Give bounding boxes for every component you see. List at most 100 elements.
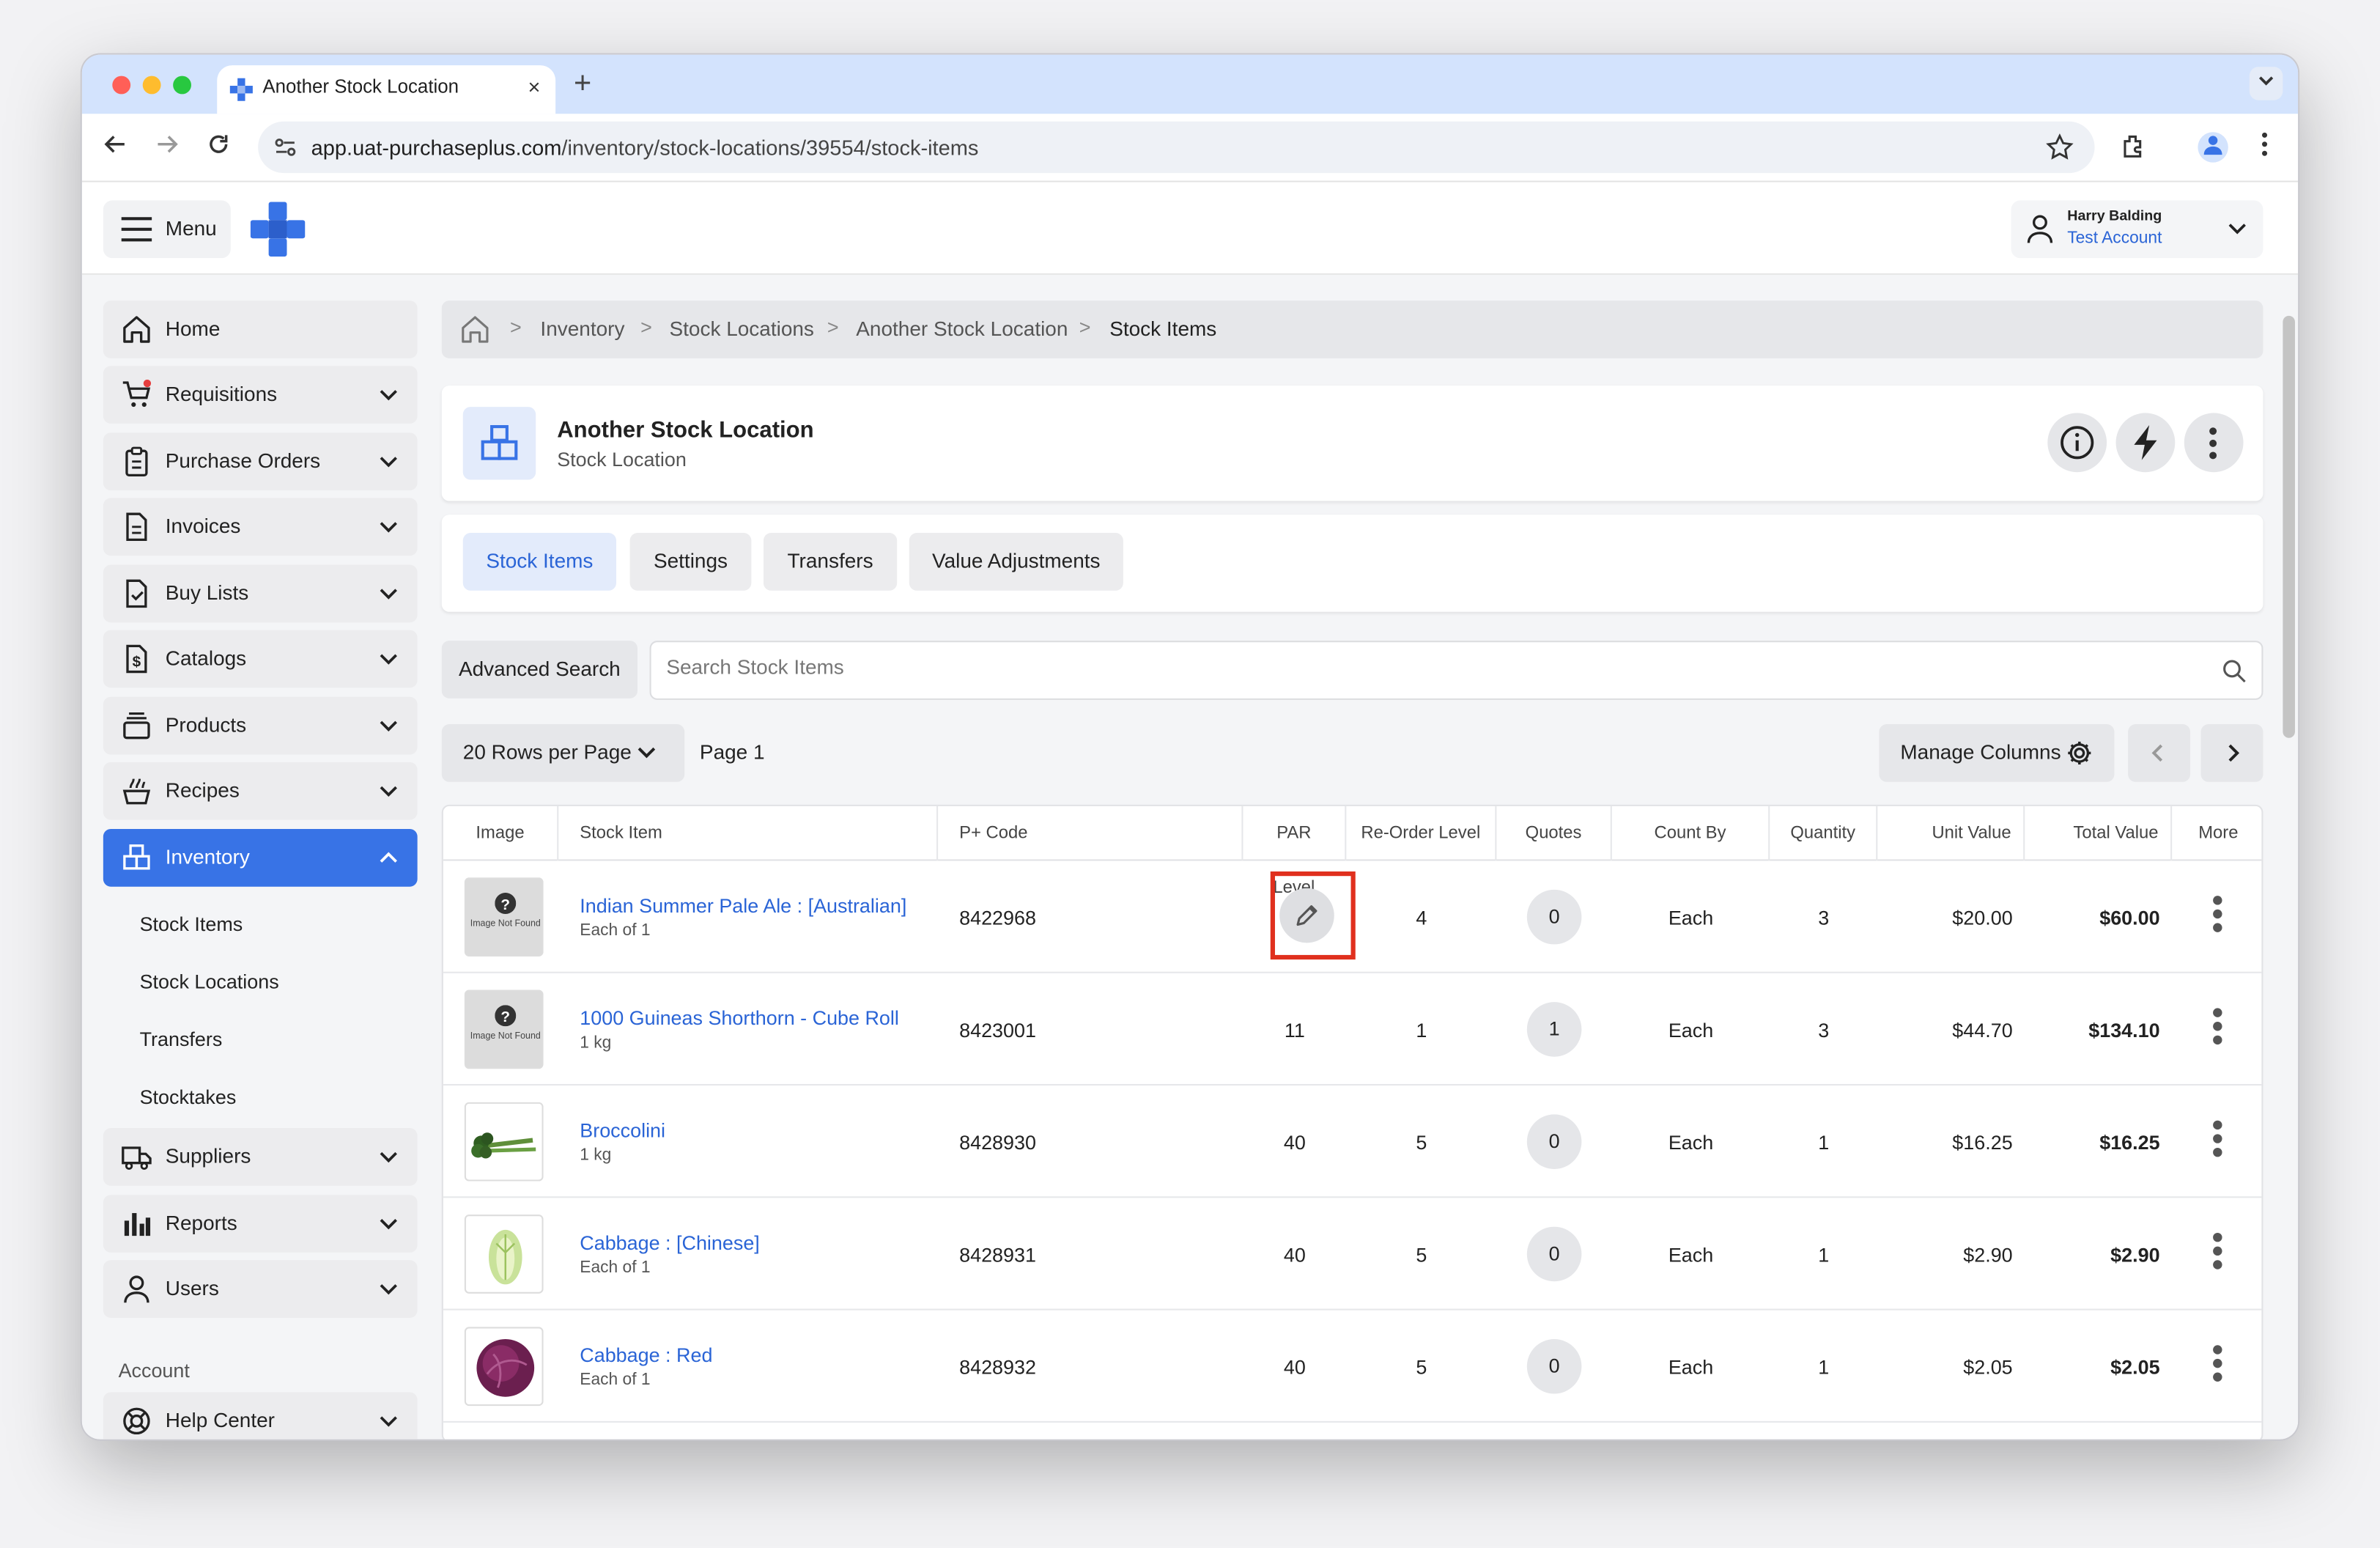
- row-more-options-icon[interactable]: [2213, 1232, 2222, 1274]
- row-more-options-icon[interactable]: [2213, 1120, 2222, 1162]
- browser-menu-icon[interactable]: [2250, 132, 2280, 162]
- par-level[interactable]: 11: [1243, 1019, 1346, 1042]
- breadcrumb-separator-icon: >: [640, 315, 652, 339]
- table-header: Image Stock Item P+ Code PAR Level Re-Or…: [443, 806, 2262, 897]
- address-bar[interactable]: app.uat-purchaseplus.com/inventory/stock…: [258, 121, 2095, 174]
- site-settings-icon[interactable]: [273, 135, 298, 159]
- column-header-quotes[interactable]: Quotes: [1496, 806, 1612, 861]
- stock-item-name-link[interactable]: Cabbage : [Chinese]: [580, 1231, 760, 1254]
- par-level[interactable]: 40: [1243, 1243, 1346, 1266]
- previous-page-button[interactable]: [2128, 724, 2191, 782]
- user-menu-button[interactable]: Harry Balding Test Account: [2011, 200, 2263, 259]
- sidebar-item-products[interactable]: Products: [103, 696, 418, 755]
- stock-item-unit: 1 kg: [580, 1146, 612, 1165]
- svg-text:$: $: [133, 653, 141, 670]
- sidebar-item-label: Suppliers: [165, 1144, 251, 1168]
- search-icon[interactable]: [2222, 659, 2247, 683]
- more-options-button[interactable]: [2184, 413, 2244, 473]
- reorder-level: 5: [1416, 1131, 1427, 1154]
- tab-transfers[interactable]: Transfers: [763, 533, 898, 591]
- sidebar-subitem-stock-items[interactable]: Stock Items: [140, 913, 243, 935]
- sidebar-item-buy-lists[interactable]: Buy Lists: [103, 564, 418, 623]
- breadcrumb-stock-locations[interactable]: Stock Locations: [669, 317, 813, 340]
- table-row[interactable]: Broccolini 1 kg 8428930 40 5 0 Each 1 $1…: [443, 1086, 2262, 1198]
- column-header-code[interactable]: P+ Code: [938, 806, 1243, 861]
- table-row[interactable]: ? Image Not Found Indian Summer Pale Ale…: [443, 860, 2262, 973]
- minimize-window-icon[interactable]: [142, 75, 161, 95]
- quotes-badge[interactable]: 0: [1526, 1114, 1582, 1169]
- sidebar-item-inventory[interactable]: Inventory: [103, 828, 418, 887]
- search-input[interactable]: [666, 655, 2184, 679]
- par-level[interactable]: 40: [1243, 1356, 1346, 1379]
- bookmark-star-icon[interactable]: [2046, 133, 2074, 161]
- stock-item-name-link[interactable]: 1000 Guineas Shorthorn - Cube Roll: [580, 1006, 899, 1029]
- sidebar-item-catalogs[interactable]: $ Catalogs: [103, 630, 418, 688]
- tab-value-adjustments[interactable]: Value Adjustments: [909, 533, 1123, 591]
- extensions-icon[interactable]: [2119, 132, 2149, 162]
- maximize-window-icon[interactable]: [173, 75, 191, 95]
- quotes-badge[interactable]: 0: [1526, 1226, 1582, 1282]
- next-page-button[interactable]: [2200, 724, 2263, 782]
- forward-arrow-icon[interactable]: [152, 132, 182, 162]
- column-header-stock-item[interactable]: Stock Item: [558, 806, 939, 861]
- tab-stock-items[interactable]: Stock Items: [462, 533, 616, 591]
- sidebar-item-users[interactable]: Users: [103, 1260, 418, 1318]
- sidebar-subitem-stocktakes[interactable]: Stocktakes: [140, 1086, 237, 1108]
- info-button[interactable]: [2047, 413, 2107, 473]
- tab-search-button[interactable]: [2249, 67, 2283, 100]
- column-header-count-by[interactable]: Count By: [1612, 806, 1770, 861]
- sidebar-subitem-stock-locations[interactable]: Stock Locations: [140, 970, 279, 993]
- purchaseplus-logo-icon[interactable]: [250, 202, 306, 257]
- stock-item-name-link[interactable]: Indian Summer Pale Ale : [Australian]: [580, 894, 906, 917]
- column-header-reorder-level[interactable]: Re-Order Level: [1346, 806, 1497, 861]
- sidebar-subitem-transfers[interactable]: Transfers: [140, 1028, 223, 1050]
- breadcrumb-another-stock-location[interactable]: Another Stock Location: [856, 317, 1068, 340]
- sidebar-item-suppliers[interactable]: Suppliers: [103, 1128, 418, 1186]
- menu-button[interactable]: Menu: [103, 200, 231, 259]
- stock-item-name-link[interactable]: Broccolini: [580, 1119, 665, 1142]
- par-level[interactable]: 40: [1243, 1131, 1346, 1154]
- column-header-unit-value[interactable]: Unit Value: [1877, 806, 2025, 861]
- sidebar-item-requisitions[interactable]: Requisitions: [103, 366, 418, 424]
- row-more-options-icon[interactable]: [2213, 1345, 2222, 1386]
- rows-per-page-select[interactable]: 20 Rows per Page: [441, 724, 685, 782]
- back-arrow-icon[interactable]: [100, 132, 130, 162]
- sidebar-item-reports[interactable]: Reports: [103, 1195, 418, 1253]
- sidebar-item-home[interactable]: Home: [103, 301, 418, 358]
- bar-chart-icon: [124, 1213, 151, 1236]
- quotes-badge[interactable]: 1: [1526, 1002, 1582, 1057]
- chevron-down-icon: [380, 1416, 397, 1427]
- profile-avatar-icon[interactable]: [2198, 132, 2228, 163]
- stock-item-name-link[interactable]: Cabbage : Red: [580, 1344, 712, 1366]
- row-more-options-icon[interactable]: [2213, 1008, 2222, 1049]
- table-row[interactable]: Cabbage : [Chinese] Each of 1 8428931 40…: [443, 1198, 2262, 1311]
- advanced-search-button[interactable]: Advanced Search: [441, 641, 638, 699]
- table-row[interactable]: Cabbage : Red Each of 1 8428932 40 5 0 E…: [443, 1311, 2262, 1423]
- close-tab-icon[interactable]: ×: [528, 74, 540, 98]
- sidebar-item-recipes[interactable]: Recipes: [103, 762, 418, 820]
- browser-tab[interactable]: Another Stock Location ×: [217, 65, 556, 114]
- sidebar-item-label: Help Center: [165, 1409, 276, 1432]
- breadcrumb-inventory[interactable]: Inventory: [540, 317, 624, 340]
- chevron-down-icon: [380, 522, 397, 533]
- table-row[interactable]: ? Image Not Found 1000 Guineas Shorthorn…: [443, 973, 2262, 1086]
- column-header-quantity[interactable]: Quantity: [1770, 806, 1878, 861]
- home-icon[interactable]: [460, 314, 490, 344]
- row-more-options-icon[interactable]: [2213, 896, 2222, 937]
- column-header-par-level[interactable]: PAR Level: [1243, 806, 1347, 897]
- column-header-more: More: [2198, 824, 2239, 843]
- column-header-total-value[interactable]: Total Value: [2025, 806, 2173, 861]
- page-scrollbar[interactable]: [2283, 315, 2295, 738]
- total-value: $2.05: [2110, 1355, 2160, 1379]
- quotes-badge[interactable]: 0: [1526, 889, 1582, 945]
- sidebar-item-purchase-orders[interactable]: Purchase Orders: [103, 432, 418, 491]
- tab-settings[interactable]: Settings: [629, 533, 752, 591]
- reload-icon[interactable]: [204, 132, 234, 162]
- close-window-icon[interactable]: [112, 75, 131, 95]
- quick-actions-button[interactable]: [2115, 413, 2176, 473]
- sidebar-item-invoices[interactable]: Invoices: [103, 498, 418, 556]
- new-tab-button[interactable]: +: [574, 67, 591, 102]
- sidebar-item-help-center[interactable]: Help Center: [103, 1392, 418, 1440]
- quotes-badge[interactable]: 0: [1526, 1338, 1582, 1394]
- manage-columns-button[interactable]: Manage Columns: [1879, 724, 2115, 782]
